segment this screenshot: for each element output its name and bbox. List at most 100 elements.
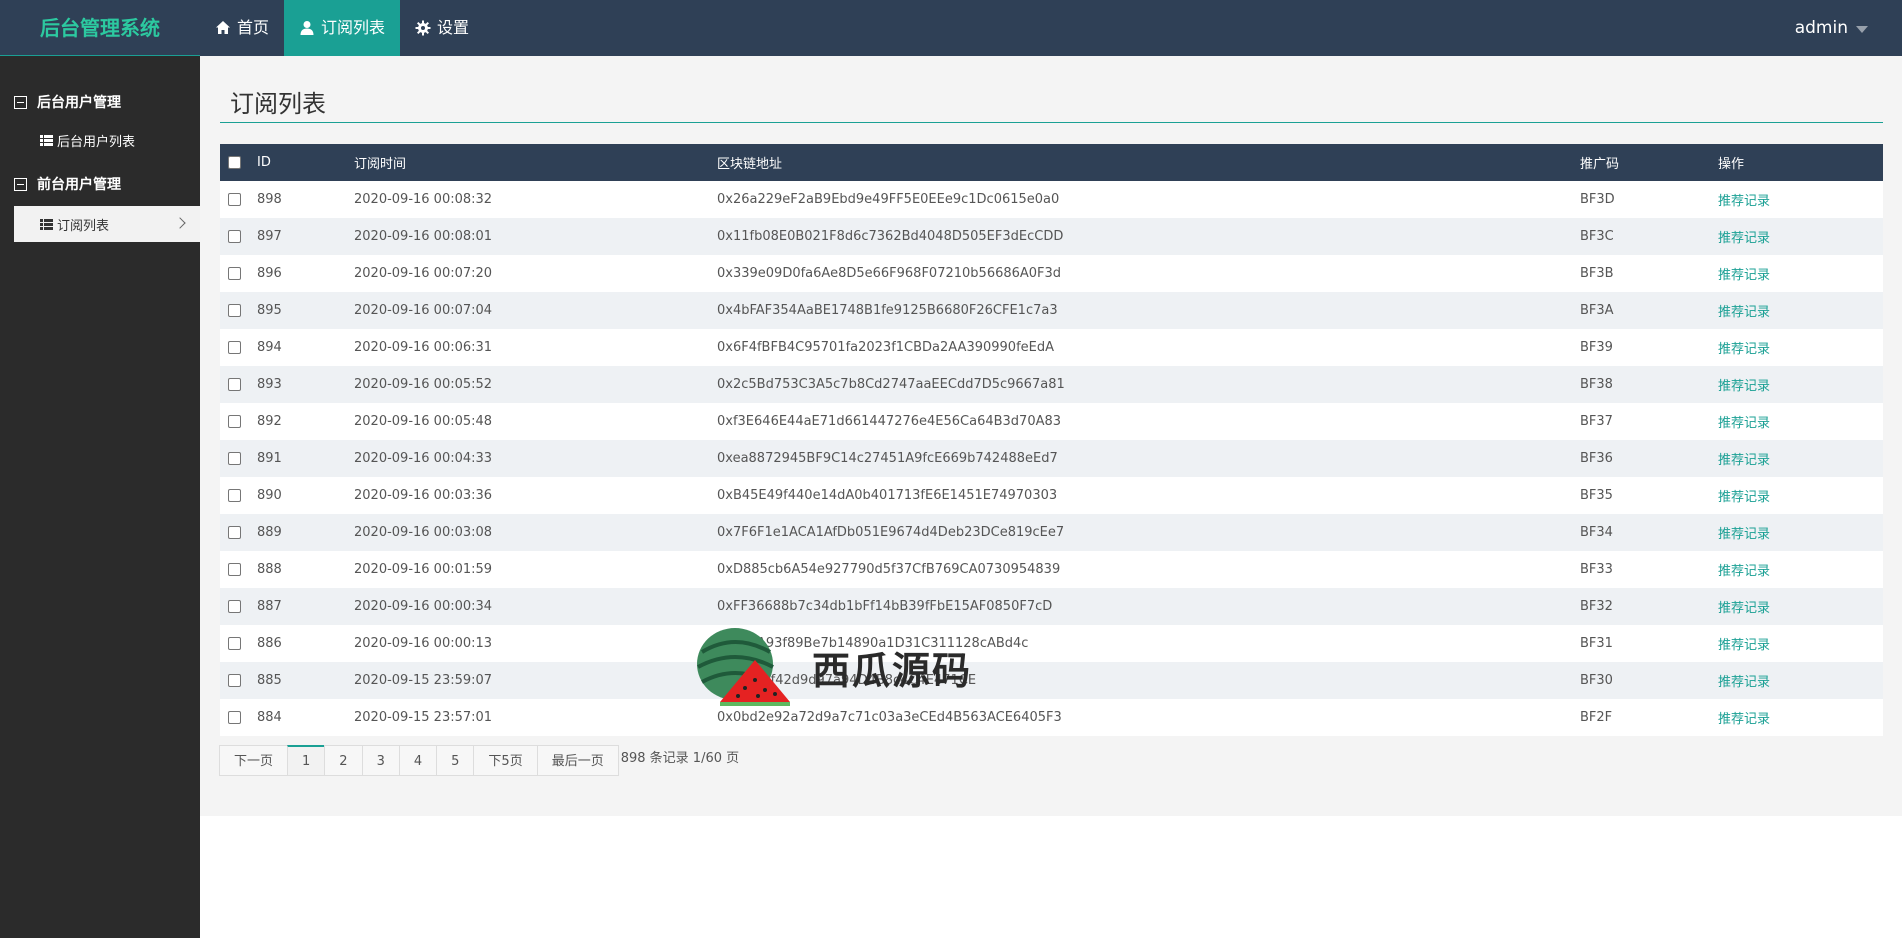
referral-records-link[interactable]: 推荐记录 [1718,453,1770,468]
row-checkbox[interactable] [228,267,241,280]
referral-records-link[interactable]: 推荐记录 [1718,564,1770,579]
nav-subscription-list[interactable]: 订阅列表 [284,0,401,56]
col-time: 订阅时间 [354,157,407,172]
subscription-table: ID 订阅时间 区块链地址 推广码 操作 898 2020-09-16 00:08… [220,144,1883,736]
row-checkbox[interactable] [228,193,241,206]
sidebar-group-admin-users[interactable]: 后台用户管理 [14,92,121,112]
cell-time: 2020-09-16 00:06:31 [354,340,493,355]
next-5-pages-button[interactable]: 下5页 [473,745,538,776]
cell-action: 推荐记录 [1718,292,1883,329]
page-title: 订阅列表 [230,90,326,118]
table-row: 889 2020-09-16 00:03:08 0x7F6F1e1ACA1AfDb0… [220,514,1883,551]
row-checkbox[interactable] [228,452,241,465]
cell-id: 884 [257,710,282,725]
row-checkbox[interactable] [228,637,241,650]
cell-time: 2020-09-16 00:03:36 [354,488,493,503]
cell-address: 0x2c5Bd753C3A5c7b8Cd2747aaEECdd7D5c9667a… [717,377,1065,392]
row-checkbox[interactable] [228,711,241,724]
row-checkbox[interactable] [228,341,241,354]
referral-records-link[interactable]: 推荐记录 [1718,601,1770,616]
row-checkbox[interactable] [228,600,241,613]
page-5-button[interactable]: 5 [436,745,475,776]
page-3-button[interactable]: 3 [361,745,400,776]
cell-time: 2020-09-16 00:07:20 [354,266,493,281]
sidebar-item-label: 后台用户列表 [57,134,136,150]
row-checkbox[interactable] [228,378,241,391]
select-all-checkbox[interactable] [228,156,241,169]
row-checkbox[interactable] [228,563,241,576]
cell-time: 2020-09-16 00:05:48 [354,414,493,429]
row-select-cell [220,366,257,403]
last-page-button[interactable]: 最后一页 [536,745,619,776]
cell-address: 0x26a229eF2aB9Ebd9e49FF5E0EEe9c1Dc0615e0… [717,192,1060,207]
cell-id: 887 [257,599,282,614]
gear-icon [415,20,431,36]
username: admin [1794,18,1848,38]
page-4-button[interactable]: 4 [398,745,438,776]
cell-id: 889 [257,525,282,540]
cell-action: 推荐记录 [1718,218,1883,255]
title-divider [220,122,1883,123]
table-row: 892 2020-09-16 00:05:48 0xf3E646E44aE71d66… [220,403,1883,440]
referral-records-link[interactable]: 推荐记录 [1718,342,1770,357]
row-checkbox[interactable] [228,674,241,687]
sidebar-item-subscription-list[interactable]: 订阅列表 [14,206,200,242]
referral-records-link[interactable]: 推荐记录 [1718,194,1770,209]
referral-records-link[interactable]: 推荐记录 [1718,231,1770,246]
table-row: 886 2020-09-16 00:00:13 0x1F2A93f89Be7b148… [220,625,1883,662]
referral-records-link[interactable]: 推荐记录 [1718,638,1770,653]
row-checkbox[interactable] [228,415,241,428]
row-select-cell [220,329,257,366]
cell-action: 推荐记录 [1718,181,1883,218]
nav-settings-label: 设置 [437,18,470,37]
cell-promo-code: BF3D [1580,192,1615,207]
sidebar-group-front-users[interactable]: 前台用户管理 [14,174,121,194]
cell-promo-code: BF31 [1580,636,1613,651]
cell-address: 0xf3E646E44aE71d661447276e4E56Ca64B3d70A… [717,414,1062,429]
referral-records-link[interactable]: 推荐记录 [1718,675,1770,690]
sidebar-item-label: 订阅列表 [57,218,110,234]
table-row: 884 2020-09-15 23:57:01 0x0bd2e92a72d9a7c7… [220,699,1883,736]
table-row: 894 2020-09-16 00:06:31 0x6F4fBFB4C95701fa… [220,329,1883,366]
cell-id: 896 [257,266,282,281]
brand-title[interactable]: 后台管理系统 [0,0,200,56]
page-2-button[interactable]: 2 [324,745,363,776]
cell-action: 推荐记录 [1718,329,1883,366]
sidebar-group-label: 后台用户管理 [37,95,121,111]
prev-page-button[interactable]: 下一页 [219,745,289,776]
cell-time: 2020-09-15 23:57:01 [354,710,493,725]
referral-records-link[interactable]: 推荐记录 [1718,712,1770,727]
list-icon [40,218,53,230]
sidebar-item-admin-user-list[interactable]: 后台用户列表 [14,122,200,158]
row-checkbox[interactable] [228,526,241,539]
row-checkbox[interactable] [228,304,241,317]
referral-records-link[interactable]: 推荐记录 [1718,416,1770,431]
nav-home-label: 首页 [237,18,270,37]
referral-records-link[interactable]: 推荐记录 [1718,268,1770,283]
watermark-text: 西瓜源码 [812,649,973,693]
main-content: 订阅列表 ID 订阅时间 区块链地址 推广码 操作 898 2020-09-16 … [200,56,1902,816]
cell-promo-code: BF3C [1580,229,1614,244]
referral-records-link[interactable]: 推荐记录 [1718,305,1770,320]
table-row: 896 2020-09-16 00:07:20 0x339e09D0fa6Ae8D5… [220,255,1883,292]
nav-settings[interactable]: 设置 [400,0,484,56]
row-checkbox[interactable] [228,230,241,243]
cell-address: 0x11fb08E0B021F8d6c7362Bd4048D505EF3dEcC… [717,229,1064,244]
cell-promo-code: BF39 [1580,340,1613,355]
referral-records-link[interactable]: 推荐记录 [1718,379,1770,394]
sidebar: 后台用户管理 后台用户列表 前台用户管理 订阅列表 [0,56,200,938]
cell-address: 0xFF36688b7c34db1bFf14bB39fFbE15AF0850F7… [717,599,1053,614]
referral-records-link[interactable]: 推荐记录 [1718,490,1770,505]
row-select-cell [220,440,257,477]
referral-records-link[interactable]: 推荐记录 [1718,527,1770,542]
nav-home[interactable]: 首页 [200,0,284,56]
cell-action: 推荐记录 [1718,255,1883,292]
cell-action: 推荐记录 [1718,625,1883,662]
user-icon [299,20,315,36]
cell-id: 892 [257,414,282,429]
user-menu[interactable]: admin [1795,0,1868,56]
cell-action: 推荐记录 [1718,440,1883,477]
home-icon [215,20,231,36]
page-1-button[interactable]: 1 [287,745,326,776]
row-checkbox[interactable] [228,489,241,502]
